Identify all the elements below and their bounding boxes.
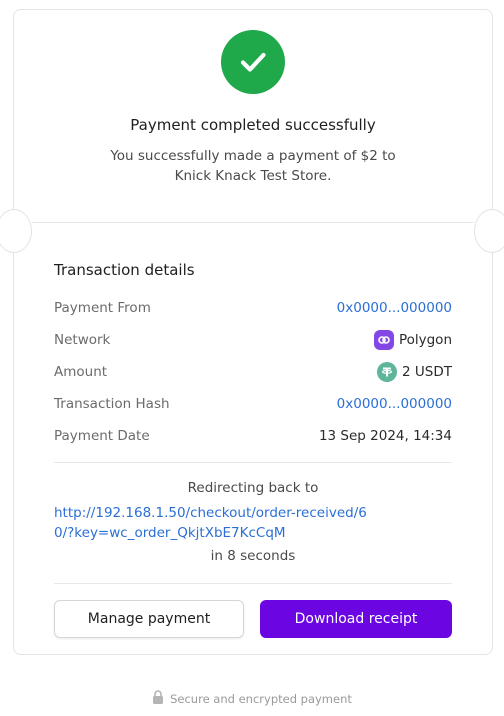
security-text: Secure and encrypted payment (170, 691, 352, 706)
ticket-notch-left (0, 209, 32, 253)
payment-date-value: 13 Sep 2024, 14:34 (318, 428, 452, 444)
redirect-countdown: in 8 seconds (210, 548, 296, 564)
detail-label: Network (54, 332, 111, 348)
detail-row-amount: Amount 2 USDT (54, 362, 452, 382)
ticket-notch-right (474, 209, 504, 253)
detail-label: Payment Date (54, 428, 150, 444)
section-divider (32, 222, 474, 223)
download-receipt-button[interactable]: Download receipt (260, 600, 452, 638)
details-divider (54, 462, 452, 463)
detail-label: Transaction Hash (54, 396, 170, 412)
actions-divider (54, 583, 452, 584)
detail-row-transaction-hash: Transaction Hash 0x0000...000000 (54, 394, 452, 414)
tether-icon (377, 362, 398, 382)
payment-from-link[interactable]: 0x0000...000000 (337, 300, 452, 316)
network-value: Polygon (373, 330, 452, 350)
status-title: Payment completed successfully (130, 116, 376, 134)
detail-label: Amount (54, 364, 108, 380)
detail-label: Payment From (54, 300, 151, 316)
detail-row-network: Network Polygon (54, 330, 452, 350)
success-check-icon (221, 30, 285, 94)
security-footer: Secure and encrypted payment (0, 690, 504, 707)
amount-text: 2 USDT (402, 364, 452, 380)
transaction-hash-link[interactable]: 0x0000...000000 (337, 396, 452, 412)
amount-value: 2 USDT (377, 362, 452, 382)
payment-receipt-card: Payment completed successfully You succe… (0, 9, 504, 655)
redirect-url-link[interactable]: http://192.168.1.50/checkout/order-recei… (54, 503, 374, 543)
detail-row-payment-from: Payment From 0x0000...000000 (54, 298, 452, 318)
transaction-details-title: Transaction details (54, 261, 195, 279)
detail-row-payment-date: Payment Date 13 Sep 2024, 14:34 (54, 426, 452, 446)
redirect-label: Redirecting back to (187, 480, 319, 496)
polygon-icon (373, 330, 394, 350)
status-message: You successfully made a payment of $2 to… (110, 148, 396, 184)
manage-payment-button[interactable]: Manage payment (54, 600, 244, 638)
lock-icon (152, 690, 164, 707)
network-name: Polygon (398, 332, 452, 348)
